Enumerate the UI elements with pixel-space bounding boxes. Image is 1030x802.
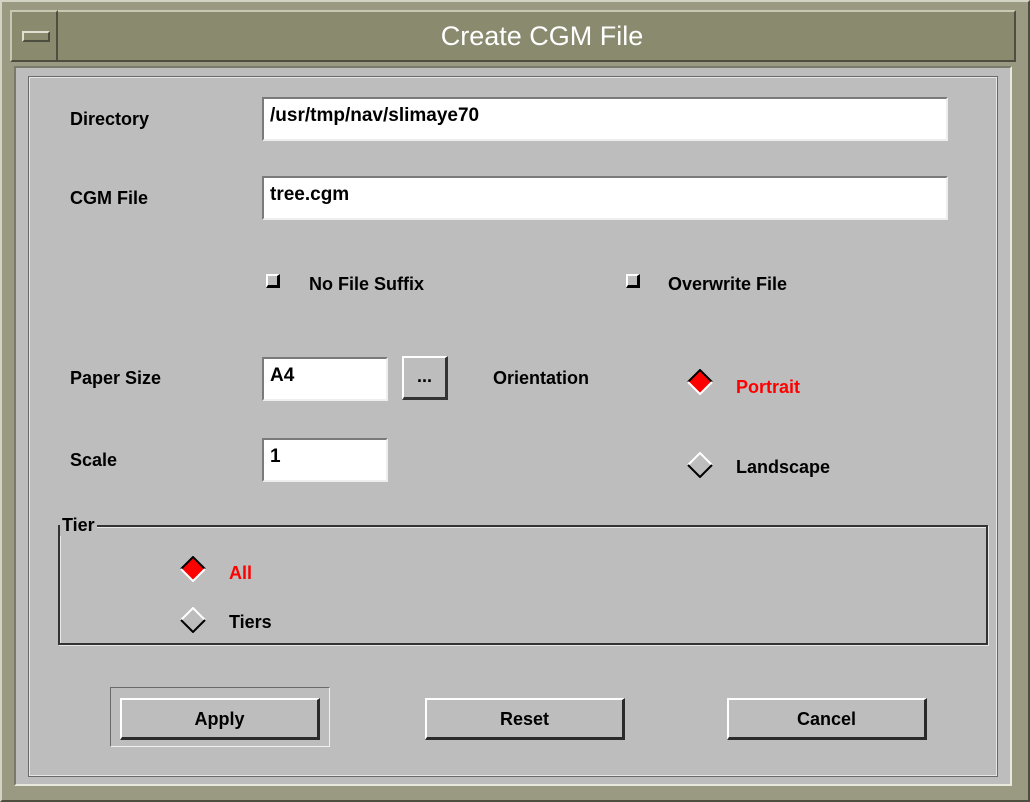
cgm-file-label: CGM File (70, 188, 149, 208)
no-file-suffix-label[interactable]: No File Suffix (309, 274, 424, 295)
dialog-body (14, 66, 1012, 786)
directory-label: Directory (70, 109, 150, 129)
window-menu-icon (22, 31, 50, 42)
portrait-radio-icon[interactable] (687, 369, 713, 395)
all-radio-icon[interactable] (180, 556, 206, 582)
cgm-file-input[interactable]: tree.cgm (262, 176, 948, 220)
scale-input[interactable]: 1 (262, 438, 388, 482)
landscape-radio-icon[interactable] (687, 452, 713, 478)
landscape-label[interactable]: Landscape (736, 457, 830, 478)
title-bar[interactable]: Create CGM File (10, 10, 1016, 62)
paper-size-label: Paper Size (70, 368, 162, 388)
overwrite-file-checkbox[interactable] (626, 274, 640, 288)
reset-button[interactable]: Reset (425, 698, 625, 740)
orientation-label: Orientation (493, 368, 590, 388)
window-menu-button[interactable] (10, 10, 58, 62)
scale-label: Scale (70, 450, 118, 470)
paper-size-input[interactable]: A4 (262, 357, 388, 401)
tier-group-title: Tier (60, 515, 97, 536)
cancel-button[interactable]: Cancel (727, 698, 927, 740)
no-file-suffix-checkbox[interactable] (266, 274, 280, 288)
tiers-radio-icon[interactable] (180, 607, 206, 633)
all-label[interactable]: All (229, 563, 252, 584)
window-title: Create CGM File (440, 21, 644, 51)
paper-size-browse-button[interactable]: ... (402, 356, 448, 400)
apply-button[interactable]: Apply (120, 698, 320, 740)
overwrite-file-label[interactable]: Overwrite File (668, 274, 787, 295)
tiers-label[interactable]: Tiers (229, 612, 272, 633)
directory-input[interactable]: /usr/tmp/nav/slimaye70 (262, 97, 948, 141)
portrait-label[interactable]: Portrait (736, 377, 800, 398)
